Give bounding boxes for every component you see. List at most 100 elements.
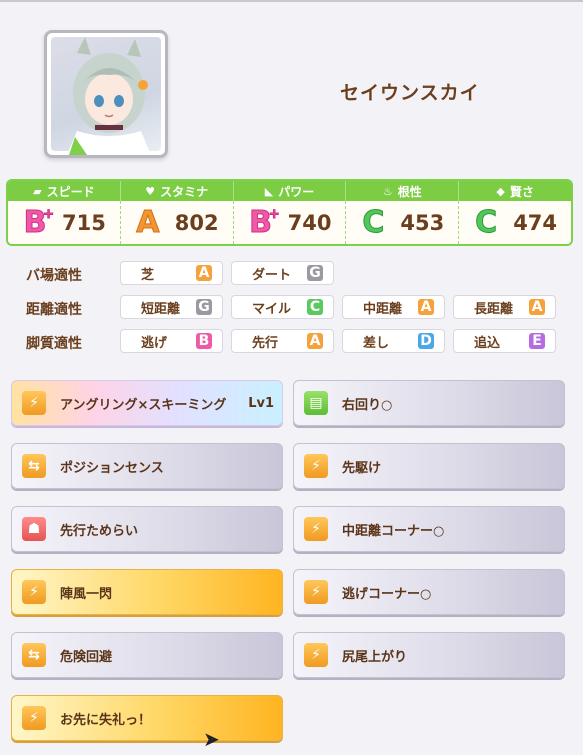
stat-grade: B + — [23, 205, 55, 241]
stat-value: 453 — [400, 210, 445, 235]
runner-icon: ⚡ — [304, 454, 328, 478]
stat-label: 根性 — [397, 184, 422, 199]
stat-header-power: ◣ パワー — [232, 181, 346, 201]
character-art — [67, 37, 151, 155]
aptitude-grade: A — [418, 299, 434, 315]
stat-value: 802 — [174, 210, 219, 235]
aptitude-name: 中距離 — [363, 301, 403, 317]
aptitude-betweener: 差し D — [342, 329, 445, 353]
stat-label: パワー — [278, 184, 315, 199]
skill-name: 中距離コーナー○ — [342, 523, 445, 539]
mouse-cursor-icon: ➤ — [203, 727, 220, 751]
muscle-icon: ◣ — [264, 184, 274, 198]
aptitude-grade: B — [196, 333, 212, 349]
aptitude-name: 逃げ — [141, 335, 168, 351]
course-icon: ▤ — [304, 391, 328, 415]
stat-value: 474 — [513, 210, 558, 235]
stat-label: 賢さ — [509, 184, 534, 199]
stats-values: B + 715 A 802 B + 740 C 453 C 474 — [8, 201, 571, 244]
skill-hesitation[interactable]: ☗ 先行ためらい — [11, 506, 283, 552]
skill-level: Lv1 — [248, 395, 274, 411]
stats-panel: ▰ スピード ♥ スタミナ ◣ パワー ♨ 根性 ◆ 賢さ B + 715 A 802 B +… — [6, 179, 573, 246]
stat-guts: C 453 — [345, 201, 458, 244]
aptitude-name: 追込 — [474, 335, 501, 351]
skill-name: お先に失礼っ！ — [60, 712, 152, 728]
skill-name: 右回り○ — [342, 397, 393, 413]
graduation-cap-icon: ◆ — [496, 184, 505, 198]
runner-icon: ⚡ — [304, 517, 328, 541]
aptitude-grade: D — [418, 333, 434, 349]
runner-icon: ⚡ — [22, 580, 46, 604]
aptitude-grade: A — [196, 265, 212, 281]
runner-icon: ⚡ — [304, 643, 328, 667]
runner-icon: ⚡ — [22, 391, 46, 415]
aptitude-dirt: ダート G — [231, 261, 334, 285]
aptitude-grade: G — [196, 299, 212, 315]
stat-header-guts: ♨ 根性 — [345, 181, 458, 201]
aptitude-name: マイル — [252, 301, 292, 317]
stat-label: スピード — [46, 184, 95, 199]
aptitude-grade: C — [307, 299, 323, 315]
skill-medium-corner[interactable]: ⚡ 中距離コーナー○ — [293, 506, 565, 552]
stat-stamina: A 802 — [119, 201, 233, 244]
character-portrait[interactable] — [44, 30, 168, 158]
stat-speed: B + 715 — [8, 201, 120, 244]
skill-osaki-ni-shitsurei[interactable]: ⚡ お先に失礼っ！ — [11, 695, 283, 741]
stat-grade: B + — [249, 205, 280, 241]
debuff-icon: ☗ — [22, 517, 46, 541]
aptitude-style-label: 脚質適性 — [26, 336, 82, 352]
aptitude-medium: 中距離 A — [342, 295, 445, 319]
stat-header-speed: ▰ スピード — [8, 181, 120, 201]
skill-name: 先行ためらい — [60, 523, 139, 539]
skill-name: 危険回避 — [60, 649, 113, 665]
stat-label: スタミナ — [160, 184, 209, 199]
aptitude-name: 長距離 — [474, 301, 514, 317]
skill-runner-corner[interactable]: ⚡ 逃げコーナー○ — [293, 569, 565, 615]
aptitude-grade: A — [529, 299, 545, 315]
top-border — [0, 0, 583, 2]
aptitude-name: 先行 — [252, 335, 279, 351]
flame-icon: ♨ — [382, 184, 393, 198]
aptitude-mile: マイル C — [231, 295, 334, 319]
stat-grade: C — [362, 205, 385, 241]
stat-value: 715 — [62, 210, 106, 235]
skill-tail-up[interactable]: ⚡ 尻尾上がり — [293, 632, 565, 678]
skill-name: 逃げコーナー○ — [342, 586, 432, 602]
skill-name: アングリング×スキーミング — [60, 397, 227, 413]
skill-name: ポジションセンス — [60, 460, 164, 476]
stat-grade: A — [136, 205, 160, 241]
skill-right-turn[interactable]: ▤ 右回り○ — [293, 380, 565, 426]
position-icon: ⇆ — [22, 454, 46, 478]
heart-icon: ♥ — [145, 184, 156, 198]
aptitude-track-label: バ場適性 — [26, 268, 82, 284]
stat-power: B + 740 — [232, 201, 346, 244]
plus-mark: + — [43, 207, 55, 223]
aptitude-grade: A — [307, 333, 323, 349]
aptitude-sprint: 短距離 G — [120, 295, 223, 319]
aptitude-grade: E — [529, 333, 545, 349]
skill-name: 陣風一閃 — [60, 586, 113, 602]
stat-header-stamina: ♥ スタミナ — [119, 181, 233, 201]
skill-position-sense[interactable]: ⇆ ポジションセンス — [11, 443, 283, 489]
aptitude-distance-label: 距離適性 — [26, 302, 82, 318]
stat-wisdom: C 474 — [458, 201, 571, 244]
skill-name: 先駆け — [342, 460, 382, 476]
aptitude-runner: 逃げ B — [120, 329, 223, 353]
skill-sakigake[interactable]: ⚡ 先駆け — [293, 443, 565, 489]
position-icon: ⇆ — [22, 643, 46, 667]
aptitude-name: 芝 — [141, 267, 155, 283]
skill-danger-avoid[interactable]: ⇆ 危険回避 — [11, 632, 283, 678]
aptitude-name: ダート — [252, 267, 292, 283]
shoe-icon: ▰ — [33, 184, 42, 198]
aptitude-name: 差し — [363, 335, 390, 351]
skill-unique[interactable]: ⚡ アングリング×スキーミング Lv1 — [11, 380, 283, 426]
aptitude-turf: 芝 A — [120, 261, 223, 285]
aptitude-chaser: 追込 E — [453, 329, 556, 353]
stats-header: ▰ スピード ♥ スタミナ ◣ パワー ♨ 根性 ◆ 賢さ — [8, 181, 571, 201]
runner-icon: ⚡ — [22, 706, 46, 730]
stat-header-wisdom: ◆ 賢さ — [458, 181, 571, 201]
aptitude-long: 長距離 A — [453, 295, 556, 319]
skill-jinpu-issen[interactable]: ⚡ 陣風一閃 — [11, 569, 283, 615]
character-name: セイウンスカイ — [340, 82, 480, 104]
plus-mark: + — [268, 207, 280, 223]
